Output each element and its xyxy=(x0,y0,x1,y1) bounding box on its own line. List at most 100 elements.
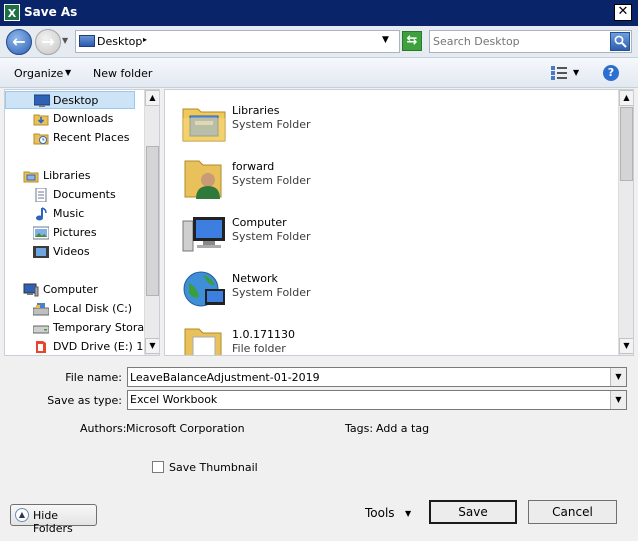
videos-icon xyxy=(33,246,49,258)
command-bar: Organize ▼ New folder ▼ ? xyxy=(0,58,638,88)
save-as-type-select[interactable]: Excel Workbook ▼ xyxy=(127,390,627,410)
cancel-button[interactable]: Cancel xyxy=(528,500,617,524)
file-name: 1.0.171130 xyxy=(232,328,295,341)
file-name: forward xyxy=(232,160,275,173)
file-type: System Folder xyxy=(232,174,311,187)
nav-item-label: Downloads xyxy=(53,112,114,125)
scroll-down-icon[interactable]: ▼ xyxy=(619,338,633,354)
documents-icon xyxy=(35,188,47,202)
tools-dropdown-icon[interactable]: ▼ xyxy=(405,509,411,518)
list-item[interactable]: Network System Folder xyxy=(179,264,599,316)
file-name-label: File name: xyxy=(65,371,122,384)
navigation-scrollbar[interactable]: ▲ ▼ xyxy=(144,90,159,355)
scroll-up-icon[interactable]: ▲ xyxy=(619,90,633,106)
file-name-dropdown-icon[interactable]: ▼ xyxy=(610,368,626,386)
network-icon xyxy=(183,271,225,307)
forward-arrow-icon: → xyxy=(41,32,55,51)
local-disk-icon xyxy=(33,303,49,316)
file-list: Libraries System Folder forward System F… xyxy=(164,89,634,356)
save-thumbnail-checkbox[interactable] xyxy=(152,461,164,473)
nav-item-label: Documents xyxy=(53,188,116,201)
drive-icon xyxy=(33,325,49,334)
file-name: Libraries xyxy=(232,104,280,117)
chevron-up-icon: ▲ xyxy=(15,508,29,522)
organize-button[interactable]: Organize xyxy=(14,67,63,80)
tools-button[interactable]: Tools xyxy=(365,506,395,520)
nav-item-label: Music xyxy=(53,207,85,220)
file-name: Network xyxy=(232,272,278,285)
nav-item-label: Recent Places xyxy=(53,131,130,144)
nav-item-label: Desktop xyxy=(53,94,99,107)
search-icon xyxy=(614,35,627,48)
refresh-button[interactable]: ⇆ xyxy=(402,31,422,51)
downloads-folder-icon xyxy=(33,114,49,126)
title-bar: X Save As ✕ xyxy=(0,0,638,26)
change-view-icon[interactable] xyxy=(551,66,567,80)
back-arrow-icon: ← xyxy=(12,32,26,51)
nav-item-label: Pictures xyxy=(53,226,97,239)
desktop-icon xyxy=(34,94,50,107)
view-options-dropdown-icon[interactable]: ▼ xyxy=(573,68,579,77)
address-row: ← → ▼ Desktop ▸ ▼ ⇆ xyxy=(0,26,638,58)
nav-item-desktop[interactable]: Desktop xyxy=(5,91,135,109)
folder-icon xyxy=(184,328,222,355)
list-item[interactable]: forward System Folder xyxy=(179,152,599,204)
scroll-up-icon[interactable]: ▲ xyxy=(145,90,159,106)
nav-item-label: Libraries xyxy=(43,169,91,182)
computer-icon xyxy=(182,217,225,252)
pictures-icon xyxy=(33,226,49,240)
save-as-type-label: Save as type: xyxy=(47,394,122,407)
organize-dropdown-icon[interactable]: ▼ xyxy=(65,68,71,77)
navigation-pane: Desktop Downloads Recent Places Librarie… xyxy=(4,89,160,356)
new-folder-button[interactable]: New folder xyxy=(93,67,152,80)
help-icon[interactable]: ? xyxy=(603,65,619,81)
nav-item-label: Temporary Storage xyxy=(53,321,158,334)
nav-item-label: Local Disk (C:) xyxy=(53,302,133,315)
scroll-thumb[interactable] xyxy=(620,107,633,181)
save-as-type-value: Excel Workbook xyxy=(130,393,218,406)
breadcrumb-desktop[interactable]: Desktop xyxy=(97,35,142,48)
libraries-icon xyxy=(23,171,39,183)
save-thumbnail-label[interactable]: Save Thumbnail xyxy=(169,461,258,474)
save-button[interactable]: Save xyxy=(429,500,517,524)
breadcrumb-arrow-icon[interactable]: ▸ xyxy=(143,35,147,44)
recent-locations-dropdown[interactable]: ▼ xyxy=(62,36,72,46)
file-type: System Folder xyxy=(232,286,311,299)
file-name-input[interactable] xyxy=(130,370,606,385)
hide-folders-label: Hide Folders xyxy=(33,509,73,535)
hide-folders-button[interactable]: ▲ Hide Folders xyxy=(10,504,97,535)
libraries-folder-icon xyxy=(182,108,226,142)
excel-app-icon: X xyxy=(4,4,20,21)
list-item[interactable]: 1.0.171130 File folder xyxy=(179,320,599,355)
tags-label: Tags: xyxy=(345,422,374,435)
authors-value[interactable]: Microsoft Corporation xyxy=(126,422,245,435)
recent-places-icon xyxy=(33,133,49,145)
search-input[interactable] xyxy=(433,33,605,50)
file-type: File folder xyxy=(232,342,286,355)
file-type: System Folder xyxy=(232,118,311,131)
search-button[interactable] xyxy=(610,32,630,51)
file-name-combo: ▼ xyxy=(127,367,627,387)
save-as-type-dropdown-icon[interactable]: ▼ xyxy=(610,391,626,409)
nav-item-label: Videos xyxy=(53,245,90,258)
list-item[interactable]: Computer System Folder xyxy=(179,208,599,260)
file-list-scrollbar[interactable]: ▲ ▼ xyxy=(618,90,633,355)
file-name: Computer xyxy=(232,216,287,229)
forward-button[interactable]: → xyxy=(35,29,61,55)
computer-icon xyxy=(23,283,39,297)
desktop-icon xyxy=(79,35,95,47)
address-history-dropdown[interactable]: ▼ xyxy=(382,35,389,45)
close-button[interactable]: ✕ xyxy=(614,4,632,21)
nav-item-label: Computer xyxy=(43,283,98,296)
tags-value[interactable]: Add a tag xyxy=(376,422,429,435)
user-folder-icon xyxy=(184,160,222,199)
file-type: System Folder xyxy=(232,230,311,243)
window-title: Save As xyxy=(24,5,78,19)
search-box xyxy=(429,30,632,53)
address-bar[interactable]: Desktop ▸ ▼ xyxy=(75,30,400,53)
scroll-down-icon[interactable]: ▼ xyxy=(145,338,159,354)
authors-label: Authors: xyxy=(80,422,127,435)
list-item[interactable]: Libraries System Folder xyxy=(179,96,599,148)
back-button[interactable]: ← xyxy=(6,29,32,55)
scroll-thumb[interactable] xyxy=(146,146,159,296)
